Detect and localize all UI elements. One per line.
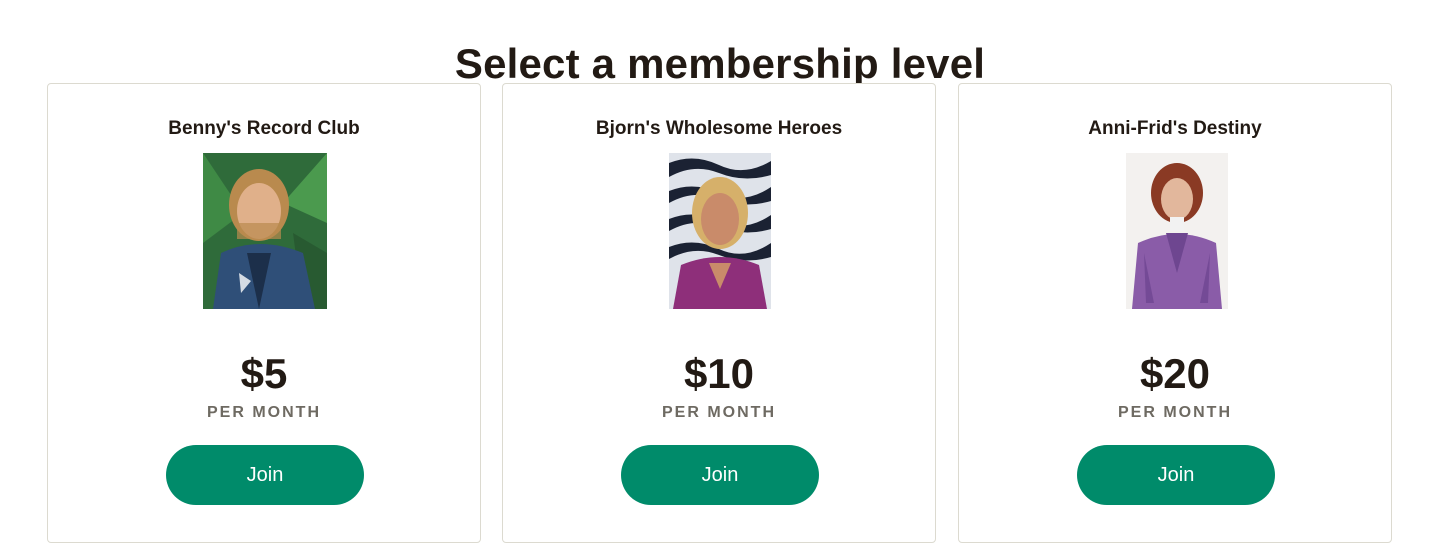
tier-portrait-image [1126, 153, 1228, 309]
tier-portrait-image [203, 153, 327, 309]
membership-card-anni-frid: Anni-Frid's Destiny $20 PER MONTH Join [958, 83, 1392, 543]
tier-name: Bjorn's Wholesome Heroes [595, 118, 843, 139]
membership-card-bjorn: Bjorn's Wholesome Heroes $10 PER MONTH J… [502, 83, 936, 543]
tier-period: PER MONTH [1118, 404, 1232, 421]
join-button[interactable]: Join [166, 445, 364, 505]
membership-card-benny: Benny's Record Club $5 PER MONTH Join [47, 83, 481, 543]
tier-price: $5 [240, 350, 288, 397]
tier-price: $10 [683, 350, 755, 397]
tier-name: Benny's Record Club [168, 118, 360, 139]
tier-portrait-image [669, 153, 771, 309]
join-button[interactable]: Join [1077, 445, 1275, 505]
tier-price: $20 [1139, 350, 1211, 397]
tier-name: Anni-Frid's Destiny [1088, 118, 1262, 139]
page-title: Select a membership level [454, 40, 986, 88]
tier-period: PER MONTH [207, 404, 321, 421]
tier-period: PER MONTH [662, 404, 776, 421]
join-button[interactable]: Join [621, 445, 819, 505]
